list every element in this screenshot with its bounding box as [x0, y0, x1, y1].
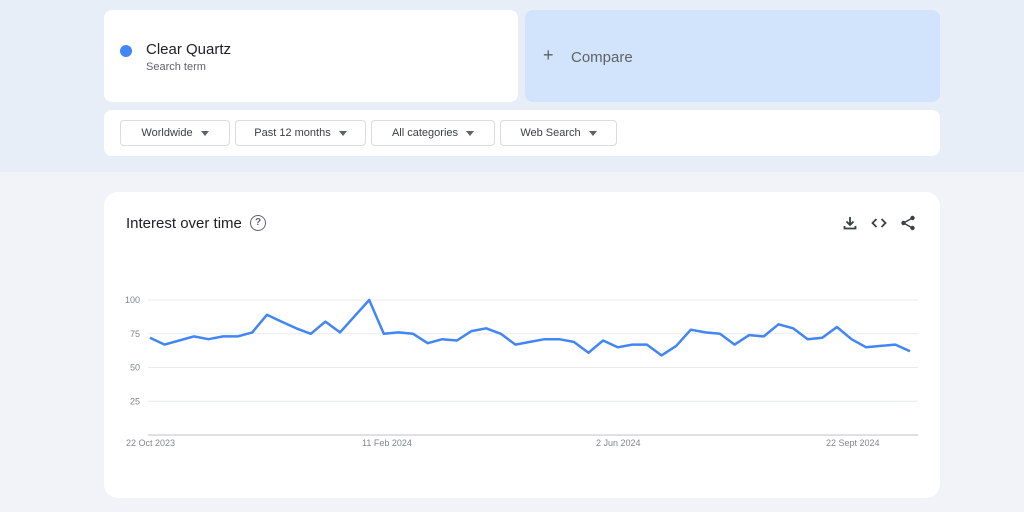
region-filter[interactable]: Worldwide: [120, 120, 230, 146]
interest-over-time-card: Interest over time ? 25 50 75 100 22 Oct 202…: [104, 192, 940, 498]
caret-down-icon: [200, 130, 209, 136]
interest-line-chart: 25 50 75 100 22 Oct 2023 11 Feb 2024 2 Jun 202…: [125, 295, 918, 448]
category-filter[interactable]: All categories: [371, 120, 495, 146]
category-filter-label: All categories: [391, 127, 459, 139]
series-line[interactable]: [149, 298, 911, 357]
search-type-filter-label: Web Search: [520, 127, 581, 139]
search-term-subtitle: Search term: [146, 61, 206, 73]
time-range-filter-label: Past 12 months: [254, 127, 331, 139]
caret-down-icon: [338, 130, 347, 136]
y-tick-label: 100: [125, 295, 140, 305]
caret-down-icon: [588, 130, 597, 136]
compare-button[interactable]: + Compare: [525, 10, 940, 102]
y-tick-label: 75: [130, 329, 140, 339]
search-term-card[interactable]: Clear Quartz Search term: [104, 10, 518, 102]
search-type-filter[interactable]: Web Search: [500, 120, 617, 146]
plus-icon: +: [543, 45, 554, 65]
x-tick-label: 11 Feb 2024: [362, 438, 412, 448]
y-tick-label: 50: [130, 363, 140, 373]
search-term-title: Clear Quartz: [146, 41, 232, 58]
filter-bar: Worldwide Past 12 months All categories …: [104, 110, 940, 156]
x-tick-label: 22 Oct 2023: [126, 438, 175, 448]
region-filter-label: Worldwide: [141, 127, 193, 139]
x-tick-label: 22 Sept 2024: [826, 438, 880, 448]
time-range-filter[interactable]: Past 12 months: [235, 120, 366, 146]
compare-label: Compare: [571, 49, 633, 66]
y-tick-label: 25: [130, 396, 140, 406]
x-tick-label: 2 Jun 2024: [596, 438, 641, 448]
term-color-dot: [120, 45, 132, 57]
caret-down-icon: [466, 130, 475, 136]
